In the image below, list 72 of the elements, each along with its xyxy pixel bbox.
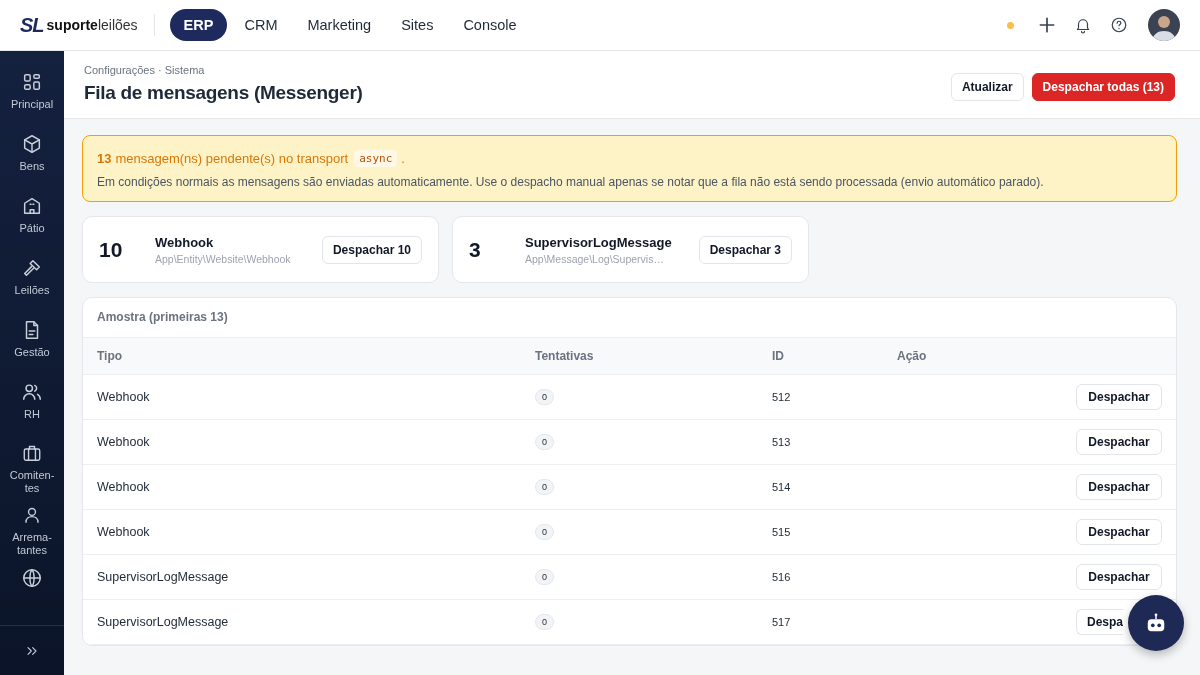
pending-count: 13 xyxy=(97,151,112,166)
sidebar-item[interactable]: Arrema- tantes xyxy=(0,495,64,557)
pending-message: mensagem(ns) pendente(s) no transport xyxy=(115,151,349,166)
sidebar-item[interactable]: Principal xyxy=(0,61,64,123)
robot-icon xyxy=(1145,612,1167,634)
message-type: SupervisorLogMessage xyxy=(525,234,673,250)
table-cell: Webhook xyxy=(83,464,521,509)
plus-icon xyxy=(1037,15,1057,35)
period-text: . xyxy=(401,151,405,166)
dispatch-button[interactable]: Despachar xyxy=(1076,473,1162,500)
table-cell: SupervisorLogMessage xyxy=(83,599,521,644)
table-cell: 514 xyxy=(758,464,883,509)
message-type: Webhook xyxy=(155,234,215,250)
avatar[interactable] xyxy=(1148,9,1180,41)
table-cell: Webhook xyxy=(83,419,521,464)
attempts-badge: 0 xyxy=(535,433,554,450)
attempts-badge: 0 xyxy=(535,523,554,540)
column-header: Tentativas xyxy=(521,338,758,374)
sidebar-item[interactable]: Gestão xyxy=(0,309,64,371)
dispatch-button[interactable]: Despa xyxy=(1076,608,1124,635)
dispatch-button[interactable]: Despachar xyxy=(1076,383,1162,410)
class-path: App\Message\Log\Supervis… xyxy=(525,252,665,265)
transport-name: async xyxy=(354,150,398,167)
help-icon xyxy=(1110,16,1128,34)
breadcrumb: Configurações · Sistema xyxy=(84,63,206,76)
nav-tab[interactable]: ERP xyxy=(169,9,228,41)
nav-tab[interactable]: Sites xyxy=(388,9,447,41)
assistant-button[interactable] xyxy=(1128,595,1184,651)
grid-icon xyxy=(21,71,43,93)
building-icon xyxy=(21,195,43,217)
dispatch-button[interactable]: Despachar xyxy=(1076,563,1162,590)
warning-note: Em condições normais as mensagens são enviadas automaticamente. Use o despacho manual apenas se notar que a fila não está sendo processada (envio automático parado). xyxy=(97,175,1045,189)
table-cell: 513 xyxy=(758,419,883,464)
dispatch-button[interactable]: Despachar 10 xyxy=(321,235,422,264)
class-path: App\Entity\Website\Webhook xyxy=(155,252,292,265)
sidebar-item[interactable]: Comiten- tes xyxy=(0,433,64,495)
briefcase-icon xyxy=(21,443,43,464)
column-header: Ação xyxy=(883,338,1176,374)
attempts-badge: 0 xyxy=(535,613,554,630)
table-cell: 516 xyxy=(758,554,883,599)
dispatch-button[interactable]: Despachar xyxy=(1076,518,1162,545)
table-cell: 512 xyxy=(758,374,883,419)
message-count: 10 xyxy=(99,237,124,262)
globe-icon xyxy=(21,567,43,589)
dispatch-all-button[interactable]: Despachar todas (13) xyxy=(1031,72,1175,101)
sidebar-item[interactable]: Bens xyxy=(0,123,64,185)
cube-icon xyxy=(21,133,43,155)
table-cell: Webhook xyxy=(83,509,521,554)
attempts-badge: 0 xyxy=(535,568,554,585)
dispatch-button[interactable]: Despachar xyxy=(1076,428,1162,455)
page-title: Fila de mensagens (Messenger) xyxy=(84,81,363,104)
column-header: ID xyxy=(758,338,883,374)
message-count: 3 xyxy=(469,237,482,262)
attempts-badge: 0 xyxy=(535,478,554,495)
bell-icon xyxy=(1074,16,1092,34)
sidebar-item[interactable]: Leilões xyxy=(0,247,64,309)
dispatch-button[interactable]: Despachar 3 xyxy=(698,235,792,264)
refresh-button[interactable]: Atualizar xyxy=(950,72,1024,101)
table-cell: 517 xyxy=(758,599,883,644)
people-icon xyxy=(21,381,43,403)
table-cell: 515 xyxy=(758,509,883,554)
nav-tab[interactable]: CRM xyxy=(231,9,291,41)
sidebar-item[interactable]: RH xyxy=(0,371,64,433)
gavel-icon xyxy=(21,257,43,279)
column-header: Tipo xyxy=(83,338,521,374)
nav-tab[interactable]: Marketing xyxy=(294,9,385,41)
nav-tab[interactable]: Console xyxy=(450,9,530,41)
sidebar-item[interactable]: Pátio xyxy=(0,185,64,247)
brand-logo: SL suporteleilões xyxy=(20,13,138,37)
attempts-badge: 0 xyxy=(535,388,554,405)
table-cell: Webhook xyxy=(83,374,521,419)
table-cell: SupervisorLogMessage xyxy=(83,554,521,599)
